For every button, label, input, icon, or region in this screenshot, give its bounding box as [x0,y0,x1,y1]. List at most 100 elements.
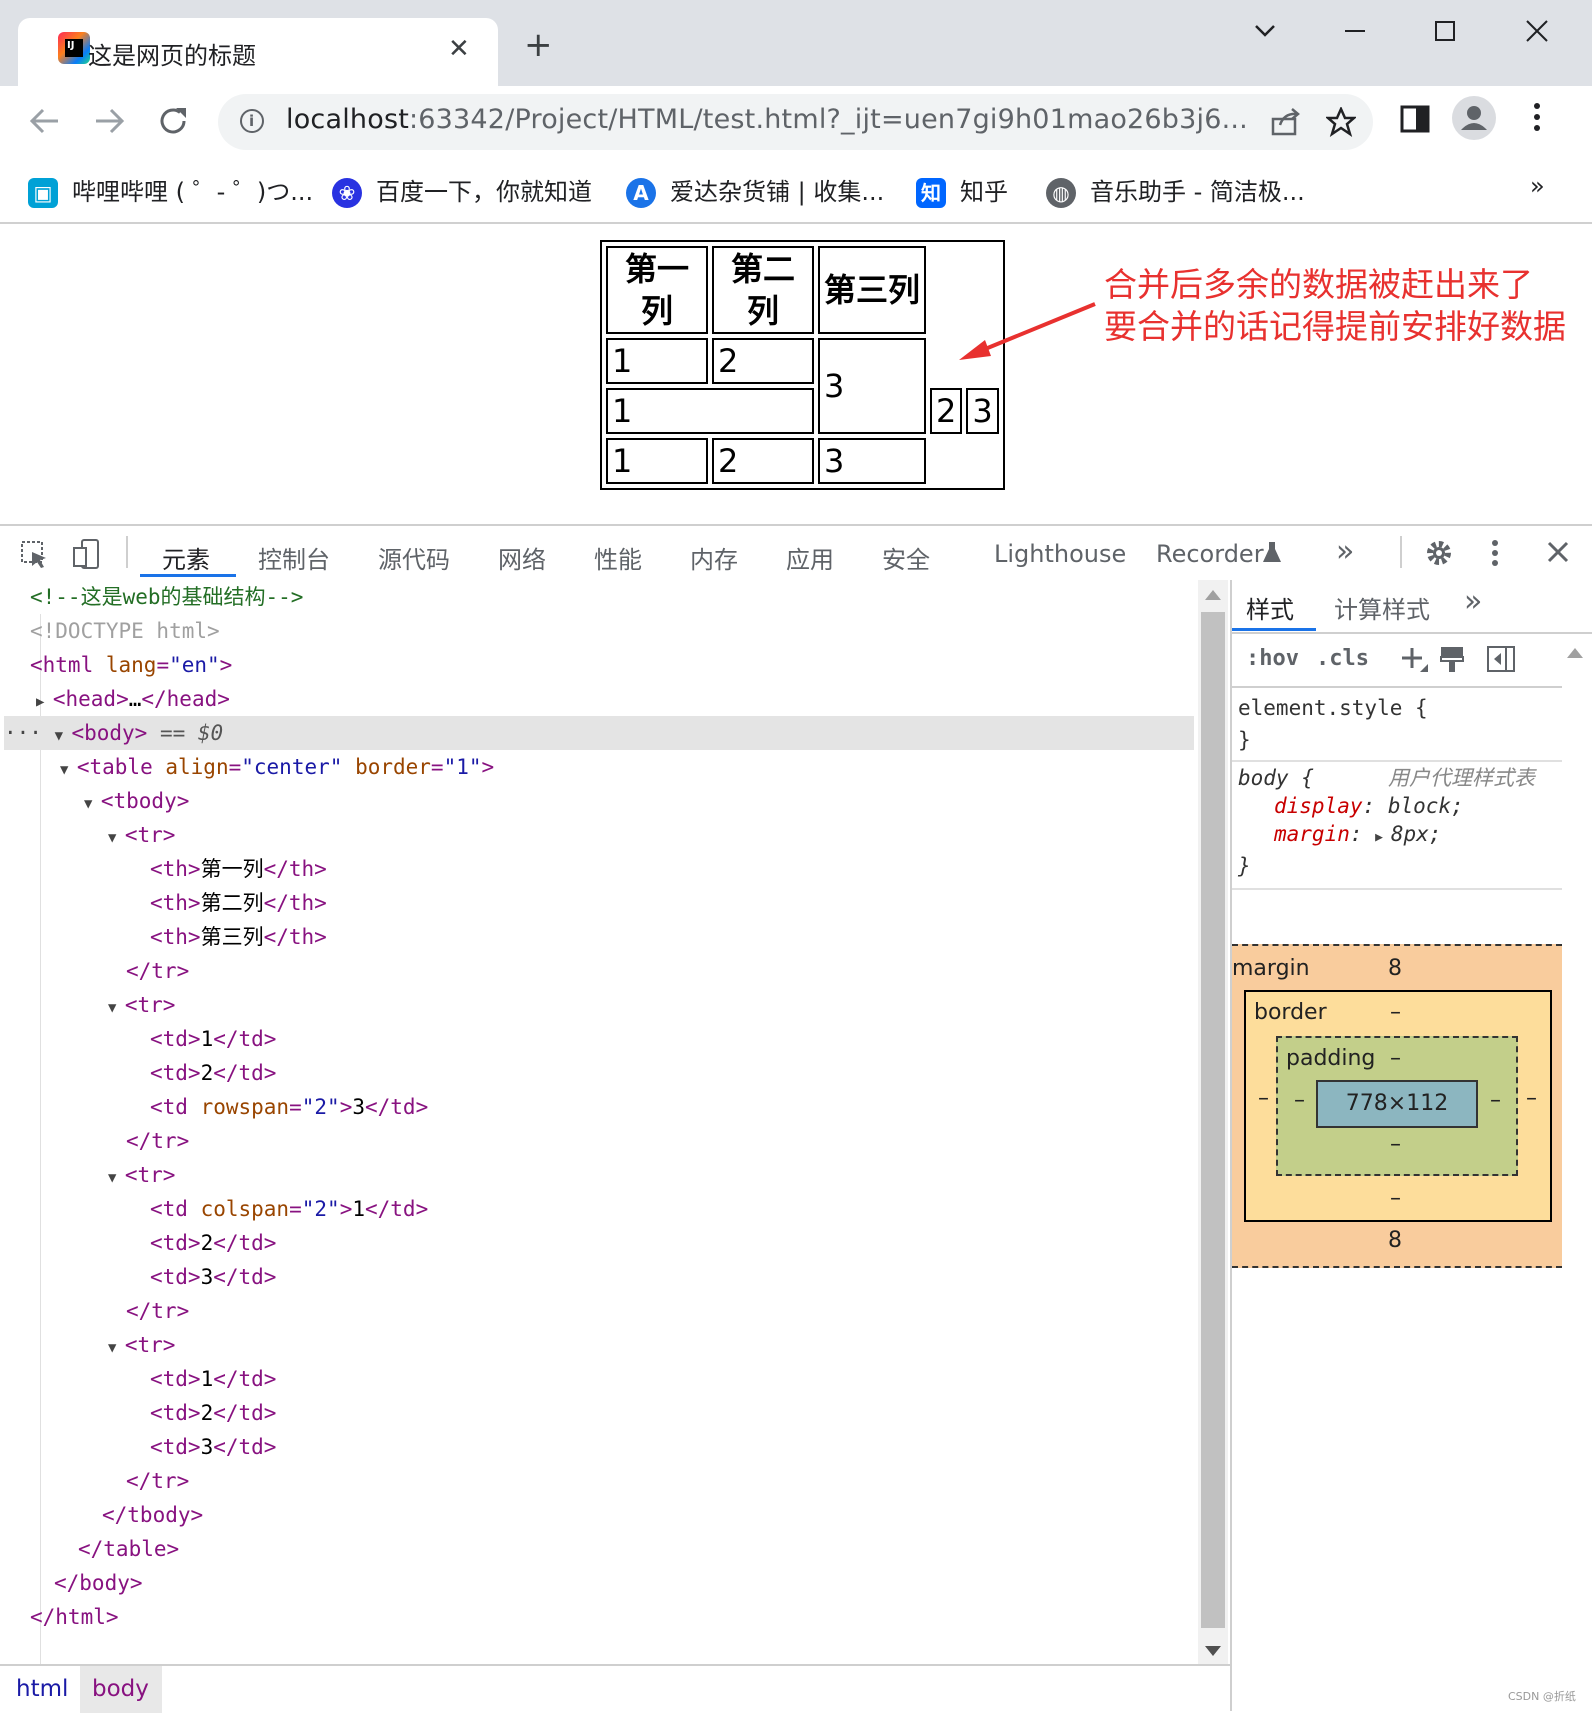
dom-node-html-close[interactable]: </html> [30,1600,1226,1634]
padding-bottom-value[interactable]: – [1390,1132,1401,1157]
styles-scroll-up-icon[interactable] [1566,644,1584,663]
dom-node-tr-close[interactable]: </tr> [126,1294,1322,1328]
breadcrumb-body[interactable]: body [92,1676,149,1702]
side-panel-icon[interactable] [1400,104,1430,138]
dom-node-th[interactable]: <th>第一列</th> [150,852,1346,886]
inspect-element-icon[interactable] [20,540,50,574]
forward-arrow-icon[interactable] [92,104,126,146]
tab-network[interactable]: 网络 [498,540,546,575]
cls-toggle[interactable]: .cls [1316,646,1369,671]
dom-node-table[interactable]: ▼ <table align="center" border="1"> [60,750,1256,784]
dom-node-tbody[interactable]: ▼ <tbody> [84,784,1280,818]
share-icon[interactable] [1270,107,1302,141]
bookmark-aida[interactable]: A 爱达杂货铺 | 收集... [626,172,884,208]
window-close-icon[interactable] [1524,18,1550,51]
tab-close-icon[interactable]: ✕ [448,34,470,64]
new-tab-button[interactable]: + [524,28,553,62]
dom-node-td[interactable]: <td>2</td> [150,1396,1346,1430]
bookmark-star-icon[interactable] [1324,105,1358,141]
dom-node-tr-close[interactable]: </tr> [126,954,1322,988]
dom-node-tr[interactable]: ▼ <tr> [108,1158,1304,1192]
dom-node-table-close[interactable]: </table> [78,1532,1274,1566]
tab-security[interactable]: 安全 [882,540,930,575]
margin-top-value[interactable]: 8 [1388,956,1402,981]
scroll-down-icon[interactable] [1204,1642,1222,1661]
back-arrow-icon[interactable] [28,104,62,146]
body-ua-rule[interactable]: body {用户代理样式表 display: block; margin: ▶ … [1238,764,1558,880]
tab-lighthouse[interactable]: Lighthouse [994,540,1126,568]
bookmarks-more-icon[interactable]: » [1530,172,1545,200]
bookmark-zhihu[interactable]: 知知乎 [916,172,1008,208]
reload-icon[interactable] [156,104,190,146]
minimize-icon[interactable] [1342,18,1368,51]
dom-node-tr[interactable]: ▼ <tr> [108,818,1304,852]
dom-node-td[interactable]: <td>2</td> [150,1056,1346,1090]
dom-node-tr-close[interactable]: </tr> [126,1124,1322,1158]
collapse-triangle-icon: ▼ [108,1000,125,1016]
border-top-value[interactable]: – [1390,1000,1401,1025]
dom-node-td[interactable]: <td>3</td> [150,1430,1346,1464]
dom-node-td[interactable]: <td>2</td> [150,1226,1346,1260]
dom-node-td[interactable]: <td>1</td> [150,1022,1346,1056]
more-tabs-icon[interactable]: » [1336,534,1354,569]
border-left-value[interactable]: – [1258,1086,1269,1111]
bookmark-bilibili[interactable]: ▣ 哔哩哔哩 ( ゜- ゜)つ... [28,172,313,208]
content-box-size[interactable]: 778×112 [1316,1080,1478,1128]
toggle-sidebar-icon[interactable] [1486,644,1516,678]
dom-node-tr[interactable]: ▼ <tr> [108,1328,1304,1362]
scroll-up-icon[interactable] [1204,586,1222,605]
dom-node-head[interactable]: ▶ <head>…</head> [36,682,1232,716]
dom-node-comment[interactable]: <!--这是web的基础结构--> [30,580,1226,614]
site-info-icon[interactable] [240,109,264,133]
element-style-rule[interactable]: element.style { } [1238,692,1428,756]
tab-sources[interactable]: 源代码 [378,540,450,575]
address-bar[interactable]: localhost:63342/Project/HTML/test.html?_… [218,94,1373,150]
padding-right-value[interactable]: – [1490,1088,1501,1113]
tab-elements[interactable]: 元素 [162,540,210,575]
dom-node-tr-close[interactable]: </tr> [126,1464,1322,1498]
tab-recorder[interactable]: Recorder [1156,540,1264,568]
device-toolbar-icon[interactable] [72,538,102,574]
paint-brush-icon[interactable] [1438,644,1466,678]
dom-node-td[interactable]: <td>3</td> [150,1260,1346,1294]
breadcrumb-html[interactable]: html [16,1676,68,1702]
dom-node-td-rowspan[interactable]: <td rowspan="2">3</td> [150,1090,1346,1124]
browser-tab[interactable]: IJ 这是网页的标题 ✕ [18,18,498,86]
dom-node-tr[interactable]: ▼ <tr> [108,988,1304,1022]
url-text[interactable]: localhost:63342/Project/HTML/test.html?_… [286,104,1248,135]
hov-toggle[interactable]: :hov [1246,646,1299,671]
tab-memory[interactable]: 内存 [690,540,738,575]
bookmark-baidu[interactable]: ❀ 百度一下，你就知道 [332,172,592,208]
tab-console[interactable]: 控制台 [258,540,330,575]
new-style-rule-icon[interactable] [1400,644,1428,678]
dom-node-body-selected[interactable]: ··· ▼ <body> == $0 [4,716,1194,750]
profile-avatar-icon[interactable] [1452,96,1496,140]
bookmark-music[interactable]: ◍ 音乐助手 - 简洁极... [1046,172,1305,208]
scrollbar-thumb[interactable] [1201,612,1225,1628]
margin-bottom-value[interactable]: 8 [1388,1228,1402,1253]
devtools-close-icon[interactable] [1546,540,1570,568]
dom-node-th[interactable]: <th>第二列</th> [150,886,1346,920]
devtools-menu-icon[interactable] [1490,538,1500,572]
dom-node-th[interactable]: <th>第三列</th> [150,920,1346,954]
tab-performance[interactable]: 性能 [594,540,642,575]
settings-gear-icon[interactable] [1424,538,1454,572]
dom-node-td[interactable]: <td>1</td> [150,1362,1346,1396]
padding-left-value[interactable]: – [1294,1088,1305,1113]
dom-node-html[interactable]: <html lang="en"> [30,648,1226,682]
tab-search-chevron-icon[interactable] [1252,18,1278,51]
kebab-menu-icon[interactable] [1532,100,1542,138]
tab-styles[interactable]: 样式 [1246,590,1294,625]
maximize-icon[interactable] [1432,18,1458,51]
dom-node-body-close[interactable]: </body> [54,1566,1250,1600]
border-right-value[interactable]: – [1526,1086,1537,1111]
toolbar-divider [126,536,128,568]
dom-node-td-colspan[interactable]: <td colspan="2">1</td> [150,1192,1346,1226]
tab-application[interactable]: 应用 [786,540,834,575]
dom-node-doctype[interactable]: <!DOCTYPE html> [30,614,1226,648]
border-bottom-value[interactable]: – [1390,1186,1401,1211]
padding-top-value[interactable]: – [1390,1046,1401,1071]
dom-node-tbody-close[interactable]: </tbody> [102,1498,1298,1532]
more-side-tabs-icon[interactable]: » [1464,584,1482,619]
tab-computed[interactable]: 计算样式 [1334,590,1430,625]
